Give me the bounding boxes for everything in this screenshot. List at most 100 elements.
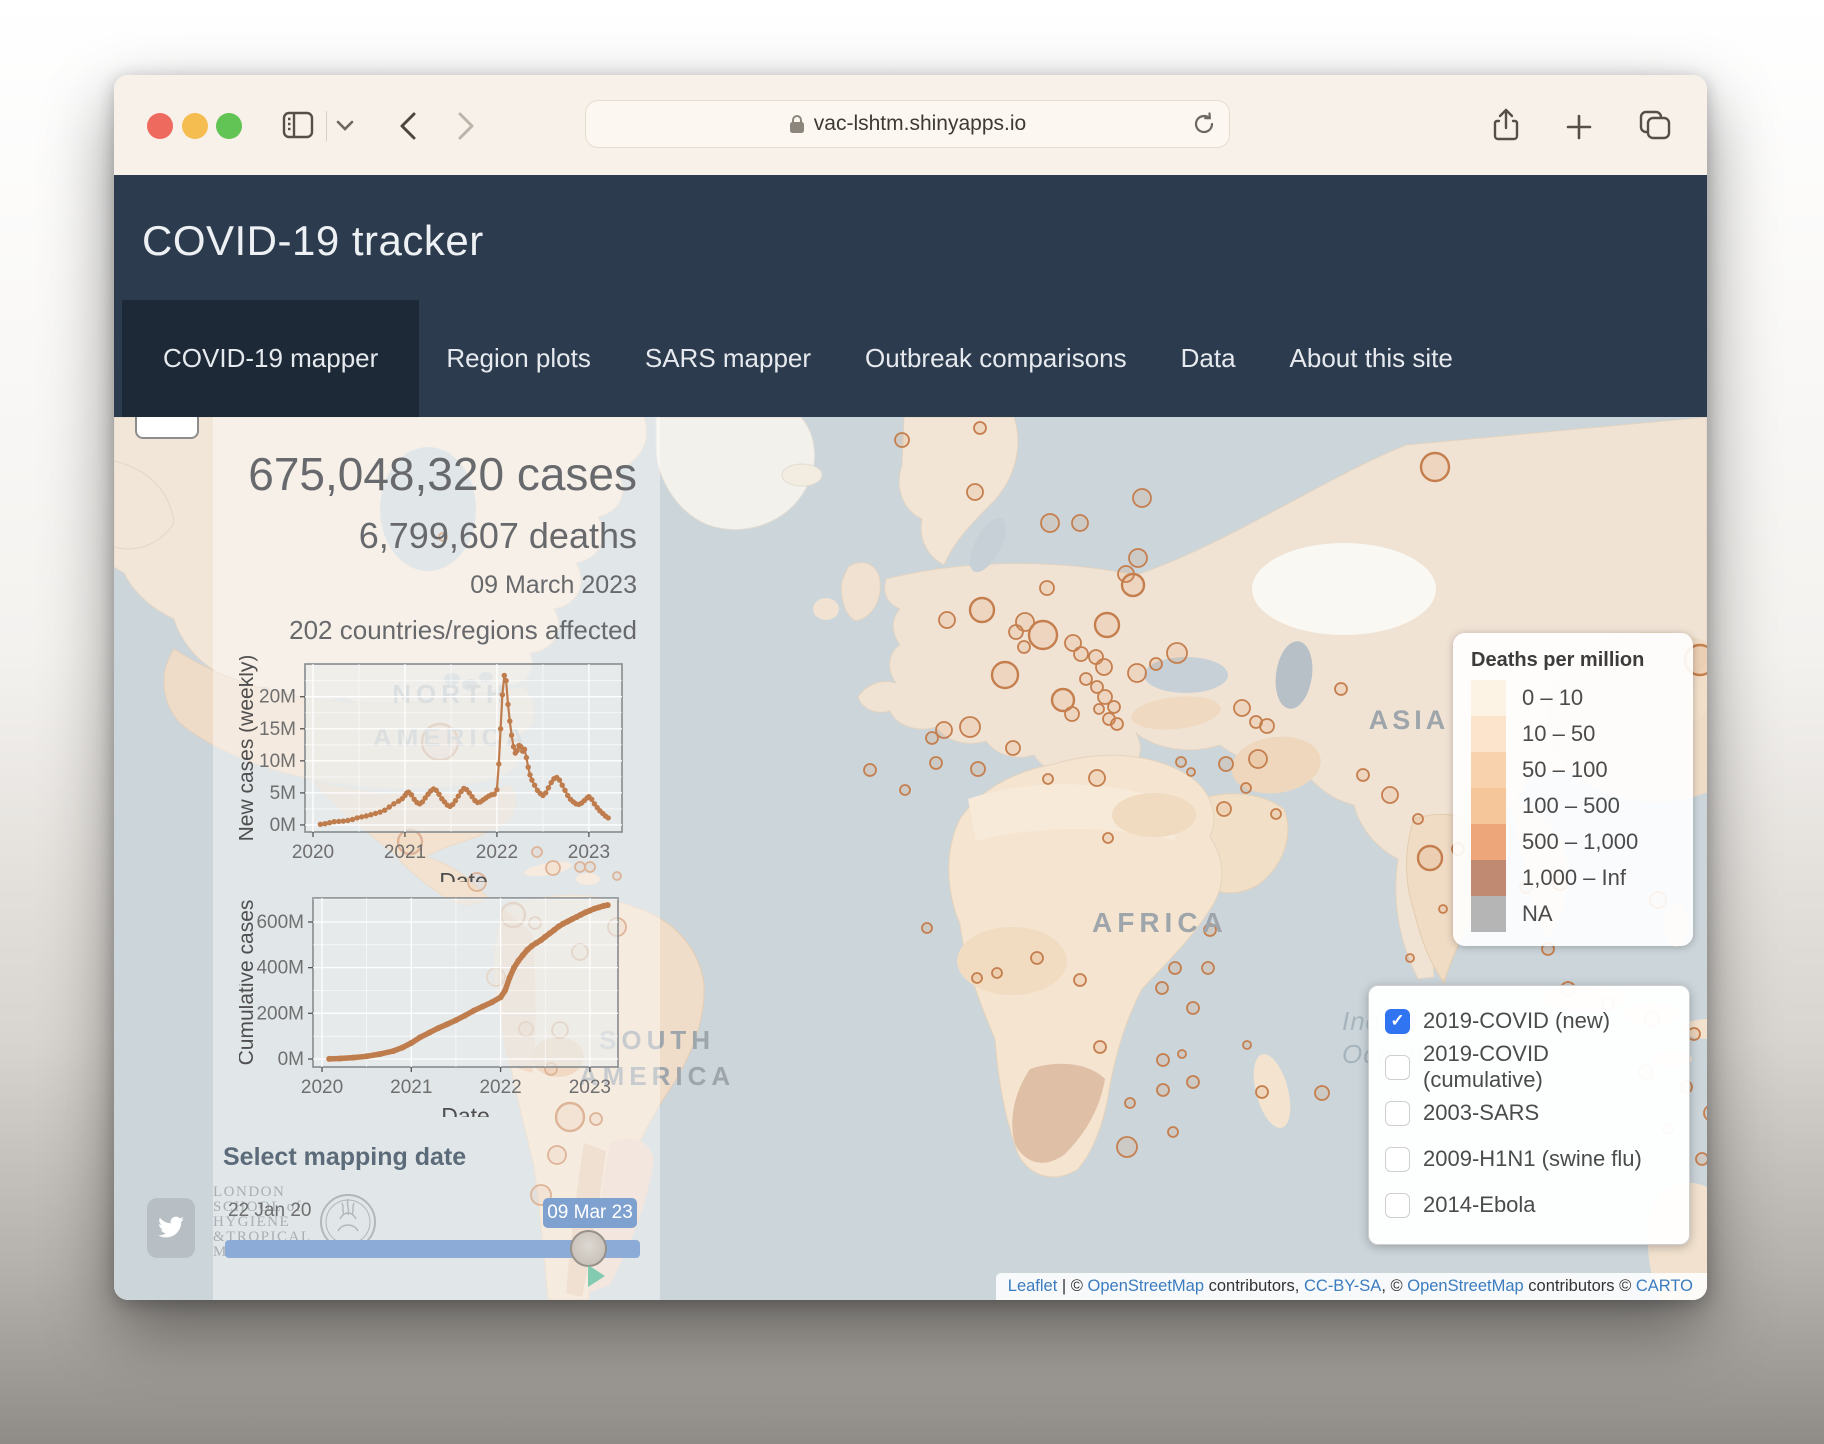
case-bubble[interactable]: [1128, 664, 1146, 682]
attribution-link[interactable]: OpenStreetMap: [1088, 1277, 1204, 1296]
case-bubble[interactable]: [1176, 757, 1186, 767]
case-bubble[interactable]: [1421, 453, 1449, 481]
back-button[interactable]: [396, 111, 420, 146]
layer-option-2014-ebola[interactable]: 2014-Ebola: [1385, 1182, 1673, 1228]
case-bubble[interactable]: [1168, 1127, 1178, 1137]
case-bubble[interactable]: [1256, 1086, 1268, 1098]
reload-icon[interactable]: [1191, 111, 1217, 142]
tab-overview-icon[interactable]: [1638, 109, 1672, 146]
layer-option-2003-sars[interactable]: 2003-SARS: [1385, 1090, 1673, 1136]
address-bar[interactable]: vac-lshtm.shinyapps.io: [585, 100, 1230, 148]
tab-region-plots[interactable]: Region plots: [419, 300, 618, 417]
checkbox-checked[interactable]: ✓: [1385, 1009, 1410, 1034]
case-bubble[interactable]: [939, 612, 955, 628]
case-bubble[interactable]: [1041, 514, 1059, 532]
layer-option-2009-h1n1-swine-flu-[interactable]: 2009-H1N1 (swine flu): [1385, 1136, 1673, 1182]
case-bubble[interactable]: [1111, 718, 1123, 730]
case-bubble[interactable]: [1202, 962, 1214, 974]
case-bubble[interactable]: [1187, 1076, 1199, 1088]
case-bubble[interactable]: [1122, 574, 1144, 596]
case-bubble[interactable]: [1029, 621, 1057, 649]
case-bubble[interactable]: [972, 973, 982, 983]
case-bubble[interactable]: [1095, 613, 1119, 637]
case-bubble[interactable]: [970, 598, 994, 622]
case-bubble[interactable]: [926, 732, 938, 744]
case-bubble[interactable]: [1406, 954, 1414, 962]
case-bubble[interactable]: [967, 484, 983, 500]
case-bubble[interactable]: [1382, 787, 1398, 803]
case-bubble[interactable]: [1271, 809, 1281, 819]
case-bubble[interactable]: [1009, 625, 1023, 639]
checkbox-unchecked[interactable]: [1385, 1101, 1410, 1126]
case-bubble[interactable]: [1187, 1002, 1199, 1014]
case-bubble[interactable]: [1080, 673, 1092, 685]
layer-option-2019-covid-new-[interactable]: ✓2019-COVID (new): [1385, 998, 1673, 1044]
chevron-down-icon[interactable]: [336, 119, 354, 137]
case-bubble[interactable]: [1089, 770, 1105, 786]
case-bubble[interactable]: [1357, 769, 1369, 781]
case-bubble[interactable]: [1413, 814, 1423, 824]
case-bubble[interactable]: [1043, 774, 1053, 784]
tab-outbreak-comparisons[interactable]: Outbreak comparisons: [838, 300, 1154, 417]
case-bubble[interactable]: [1187, 768, 1195, 776]
zoom-window-button[interactable]: [216, 113, 242, 139]
case-bubble[interactable]: [1157, 1084, 1169, 1096]
tab-about-this-site[interactable]: About this site: [1263, 300, 1480, 417]
attribution-link[interactable]: Leaflet: [1008, 1277, 1058, 1296]
layer-option-2019-covid-cumulative-[interactable]: 2019-COVID (cumulative): [1385, 1044, 1673, 1090]
case-bubble[interactable]: [1243, 1041, 1251, 1049]
case-bubble[interactable]: [1217, 802, 1231, 816]
case-bubble[interactable]: [900, 785, 910, 795]
case-bubble[interactable]: [1129, 549, 1147, 567]
case-bubble[interactable]: [1094, 1041, 1106, 1053]
leaflet-map[interactable]: NORTH AMERICA SOUTH AMERICA AFRICA ASIA …: [114, 417, 1707, 1300]
minimize-window-button[interactable]: [182, 113, 208, 139]
case-bubble[interactable]: [1031, 952, 1043, 964]
case-bubble[interactable]: [1125, 1098, 1135, 1108]
case-bubble[interactable]: [1018, 641, 1030, 653]
date-slider-handle[interactable]: [570, 1230, 607, 1267]
case-bubble[interactable]: [1234, 700, 1250, 716]
attribution-link[interactable]: OpenStreetMap: [1407, 1277, 1523, 1296]
attribution-link[interactable]: CC-BY-SA: [1304, 1277, 1381, 1296]
case-bubble[interactable]: [1156, 982, 1168, 994]
attribution-link[interactable]: CARTO: [1636, 1277, 1693, 1296]
case-bubble[interactable]: [1150, 658, 1162, 670]
case-bubble[interactable]: [1094, 704, 1104, 714]
case-bubble[interactable]: [992, 662, 1018, 688]
case-bubble[interactable]: [974, 422, 986, 434]
case-bubble[interactable]: [1040, 581, 1054, 595]
case-bubble[interactable]: [1418, 846, 1442, 870]
case-bubble[interactable]: [1241, 783, 1251, 793]
case-bubble[interactable]: [1335, 683, 1347, 695]
slider-play-button[interactable]: [588, 1265, 605, 1287]
case-bubble[interactable]: [1072, 515, 1088, 531]
tab-data[interactable]: Data: [1154, 300, 1263, 417]
case-bubble[interactable]: [1249, 750, 1267, 768]
case-bubble[interactable]: [1074, 647, 1088, 661]
forward-button[interactable]: [454, 111, 478, 146]
case-bubble[interactable]: [1315, 1086, 1329, 1100]
case-bubble[interactable]: [1169, 962, 1181, 974]
case-bubble[interactable]: [895, 433, 909, 447]
case-bubble[interactable]: [1108, 701, 1120, 713]
checkbox-unchecked[interactable]: [1385, 1055, 1410, 1080]
case-bubble[interactable]: [1096, 659, 1112, 675]
sidebar-icon[interactable]: [282, 111, 314, 144]
case-bubble[interactable]: [971, 762, 985, 776]
checkbox-unchecked[interactable]: [1385, 1147, 1410, 1172]
map-zoom-control[interactable]: [135, 417, 199, 439]
close-window-button[interactable]: [147, 113, 173, 139]
case-bubble[interactable]: [1117, 1137, 1137, 1157]
case-bubble[interactable]: [1167, 643, 1187, 663]
new-tab-icon[interactable]: [1566, 114, 1592, 145]
case-bubble[interactable]: [992, 968, 1002, 978]
twitter-share-button[interactable]: [147, 1198, 195, 1258]
case-bubble[interactable]: [1178, 1050, 1186, 1058]
share-icon[interactable]: [1492, 108, 1520, 147]
case-bubble[interactable]: [1439, 905, 1447, 913]
case-bubble[interactable]: [930, 757, 942, 769]
case-bubble[interactable]: [1065, 707, 1079, 721]
case-bubble[interactable]: [1133, 489, 1151, 507]
case-bubble[interactable]: [922, 923, 932, 933]
